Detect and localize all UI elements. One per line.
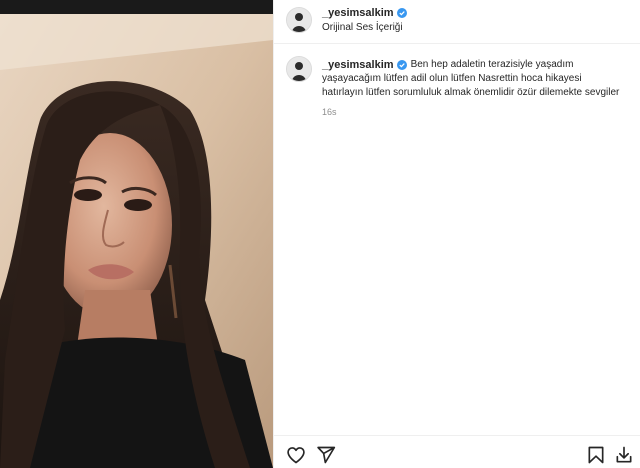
bookmark-icon (588, 446, 604, 464)
download-icon (616, 446, 632, 463)
avatar[interactable] (286, 56, 312, 82)
username-text[interactable]: _yesimsalkim (322, 7, 394, 19)
verified-badge-icon (396, 60, 407, 70)
share-button[interactable] (316, 445, 336, 465)
caption-body: _yesimsalkim Ben hep adaletin terazisiyl… (322, 58, 622, 117)
like-button[interactable] (286, 445, 306, 465)
save-button[interactable] (586, 445, 606, 465)
post-media[interactable] (0, 0, 273, 468)
avatar-image (287, 57, 311, 81)
audio-label[interactable]: Orijinal Ses İçeriği (322, 22, 403, 33)
timestamp[interactable]: 16s (322, 107, 622, 117)
avatar-image (287, 8, 311, 32)
avatar[interactable] (286, 7, 312, 33)
post-header: _yesimsalkim Orijinal Ses İçeriği (274, 0, 640, 44)
video-frame-image (0, 0, 273, 468)
username-text[interactable]: _yesimsalkim (322, 58, 394, 72)
action-bar (274, 435, 640, 468)
caption-username[interactable]: _yesimsalkim (322, 58, 407, 72)
post-author-username[interactable]: _yesimsalkim (322, 7, 407, 19)
post-details-panel: _yesimsalkim Orijinal Ses İçeriği _yesim… (273, 0, 640, 468)
heart-icon (287, 447, 305, 464)
send-icon (317, 446, 336, 464)
verified-badge-icon (396, 8, 407, 18)
download-button[interactable] (614, 445, 634, 465)
caption: _yesimsalkim Ben hep adaletin terazisiyl… (322, 58, 622, 100)
